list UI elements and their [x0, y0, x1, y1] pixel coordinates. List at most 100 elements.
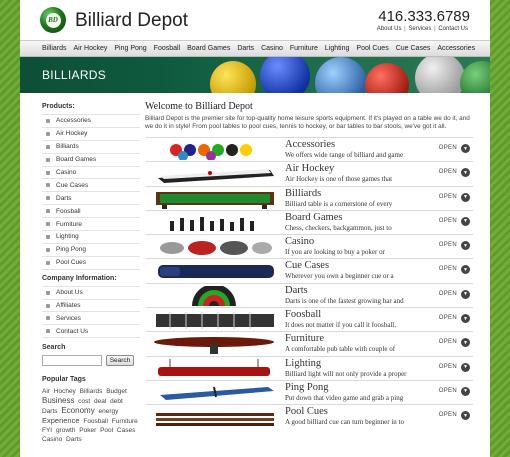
sidebar-item-billiards[interactable]: Billiards [42, 141, 140, 154]
sidebar-item-about-us[interactable]: About Us [42, 287, 140, 300]
tag-link[interactable]: Economy [61, 406, 94, 415]
open-label[interactable]: OPEN [439, 388, 457, 394]
nav-item-billiards[interactable]: Billiards [42, 45, 67, 52]
chevron-down-icon[interactable]: ▼ [461, 338, 470, 348]
category-row-billiards[interactable]: Billiards Billiard table is a cornerston… [146, 185, 473, 210]
open-label[interactable]: OPEN [439, 194, 457, 200]
category-row-lighting[interactable]: Lighting Billiard light will not only pr… [146, 355, 473, 380]
tag-link[interactable]: Billiards [80, 388, 103, 395]
chevron-down-icon[interactable]: ▼ [461, 362, 470, 372]
category-name[interactable]: Foosball [285, 309, 321, 320]
category-row-board-games[interactable]: Board Games Chess, checkers, backgammon,… [146, 209, 473, 234]
chevron-down-icon[interactable]: ▼ [461, 192, 470, 202]
sidebar-item-casino[interactable]: Casino [42, 167, 140, 180]
open-label[interactable]: OPEN [439, 291, 457, 297]
tag-link[interactable]: Furniture [112, 418, 138, 425]
category-name[interactable]: Board Games [285, 212, 342, 223]
category-row-cue-cases[interactable]: Cue Cases Wherever you own a beginner cu… [146, 258, 473, 282]
open-label[interactable]: OPEN [439, 266, 457, 272]
open-label[interactable]: OPEN [439, 339, 457, 345]
category-row-air-hockey[interactable]: Air Hockey Air Hockey is one of those ga… [146, 161, 473, 185]
category-row-ping-pong[interactable]: Ping Pong Put down that video game and g… [146, 379, 473, 404]
chevron-down-icon[interactable]: ▼ [461, 289, 470, 299]
category-name[interactable]: Air Hockey [285, 163, 334, 174]
sidebar-item-ping-pong[interactable]: Ping Pong [42, 244, 140, 257]
open-label[interactable]: OPEN [439, 145, 457, 151]
sidebar-item-affiliates[interactable]: Affiliates [42, 300, 140, 313]
tag-link[interactable]: Foosball [83, 418, 108, 425]
open-label[interactable]: OPEN [439, 364, 457, 370]
tag-link[interactable]: energy [99, 408, 119, 415]
chevron-down-icon[interactable]: ▼ [461, 265, 470, 275]
chevron-down-icon[interactable]: ▼ [461, 168, 470, 178]
category-name[interactable]: Darts [285, 285, 308, 296]
sidebar-item-contact-us[interactable]: Contact Us [42, 325, 140, 339]
search-input[interactable] [42, 355, 102, 367]
chevron-down-icon[interactable]: ▼ [461, 216, 470, 226]
category-name[interactable]: Pool Cues [285, 406, 328, 417]
tag-link[interactable]: Hochey [54, 388, 76, 395]
nav-item-darts[interactable]: Darts [237, 45, 254, 52]
tag-link[interactable]: cost [78, 398, 90, 405]
tag-link[interactable]: Darts [66, 436, 82, 443]
nav-item-foosball[interactable]: Foosball [154, 45, 180, 52]
category-row-furniture[interactable]: Furniture A comfortable pub table with c… [146, 331, 473, 355]
tag-link[interactable]: Poker [79, 427, 96, 434]
category-row-casino[interactable]: Casino If you are looking to buy a poker… [146, 234, 473, 258]
category-name[interactable]: Lighting [285, 358, 321, 369]
tag-link[interactable]: debt [110, 398, 123, 405]
open-label[interactable]: OPEN [439, 218, 457, 224]
tag-link[interactable]: FYI [42, 427, 52, 434]
sidebar-item-lighting[interactable]: Lighting [42, 231, 140, 244]
nav-item-air-hockey[interactable]: Air Hockey [74, 45, 108, 52]
category-row-accessories[interactable]: Accessories We offers wide range of bill… [146, 137, 473, 161]
nav-item-furniture[interactable]: Furniture [290, 45, 318, 52]
nav-item-casino[interactable]: Casino [261, 45, 283, 52]
tag-link[interactable]: Business [42, 396, 74, 405]
category-name[interactable]: Accessories [285, 139, 335, 150]
logo[interactable]: BD [40, 7, 66, 33]
sidebar-item-cue-cases[interactable]: Cue Cases [42, 179, 140, 193]
category-name[interactable]: Cue Cases [285, 260, 329, 271]
category-name[interactable]: Billiards [285, 188, 321, 199]
contact-us-link[interactable]: Contact Us [438, 26, 468, 32]
tag-link[interactable]: Experience [42, 416, 80, 425]
sidebar-item-air-hockey[interactable]: Air Hockey [42, 128, 140, 141]
chevron-down-icon[interactable]: ▼ [461, 411, 470, 421]
tag-link[interactable]: Darts [42, 408, 58, 415]
chevron-down-icon[interactable]: ▼ [461, 241, 470, 251]
sidebar-item-darts[interactable]: Darts [42, 192, 140, 206]
tag-link[interactable]: deal [94, 398, 106, 405]
open-label[interactable]: OPEN [439, 242, 457, 248]
tag-link[interactable]: Cases [117, 427, 135, 434]
tag-link[interactable]: Air [42, 388, 50, 395]
chevron-down-icon[interactable]: ▼ [461, 386, 470, 396]
chevron-down-icon[interactable]: ▼ [461, 314, 470, 324]
category-name[interactable]: Casino [285, 236, 314, 247]
tag-link[interactable]: Budget [106, 388, 127, 395]
sidebar-item-foosball[interactable]: Foosball [42, 205, 140, 219]
site-title[interactable]: Billiard Depot [75, 10, 188, 32]
chevron-down-icon[interactable]: ▼ [461, 144, 470, 153]
sidebar-item-accessories[interactable]: Accessories [42, 115, 140, 128]
category-name[interactable]: Ping Pong [285, 382, 328, 393]
tag-link[interactable]: Casino [42, 436, 62, 443]
nav-item-pool-cues[interactable]: Pool Cues [356, 45, 388, 52]
services-link[interactable]: Services [408, 26, 431, 32]
nav-item-ping-pong[interactable]: Ping Pong [114, 45, 146, 52]
tag-link[interactable]: growth [56, 427, 76, 434]
sidebar-item-furniture[interactable]: Furniture [42, 218, 140, 232]
sidebar-item-services[interactable]: Services [42, 312, 140, 326]
open-label[interactable]: OPEN [439, 315, 457, 321]
about-us-link[interactable]: About Us [377, 26, 402, 32]
nav-item-board-games[interactable]: Board Games [187, 45, 230, 52]
nav-item-cue-cases[interactable]: Cue Cases [396, 45, 431, 52]
open-label[interactable]: OPEN [439, 169, 457, 175]
category-name[interactable]: Furniture [285, 333, 324, 344]
search-button[interactable]: Search [106, 355, 134, 367]
open-label[interactable]: OPEN [439, 412, 457, 418]
tag-link[interactable]: Pool [100, 427, 113, 434]
category-row-foosball[interactable]: Foosball It does not matter if you call … [146, 307, 473, 331]
nav-item-lighting[interactable]: Lighting [325, 45, 350, 52]
sidebar-item-pool-cues[interactable]: Pool Cues [42, 257, 140, 270]
